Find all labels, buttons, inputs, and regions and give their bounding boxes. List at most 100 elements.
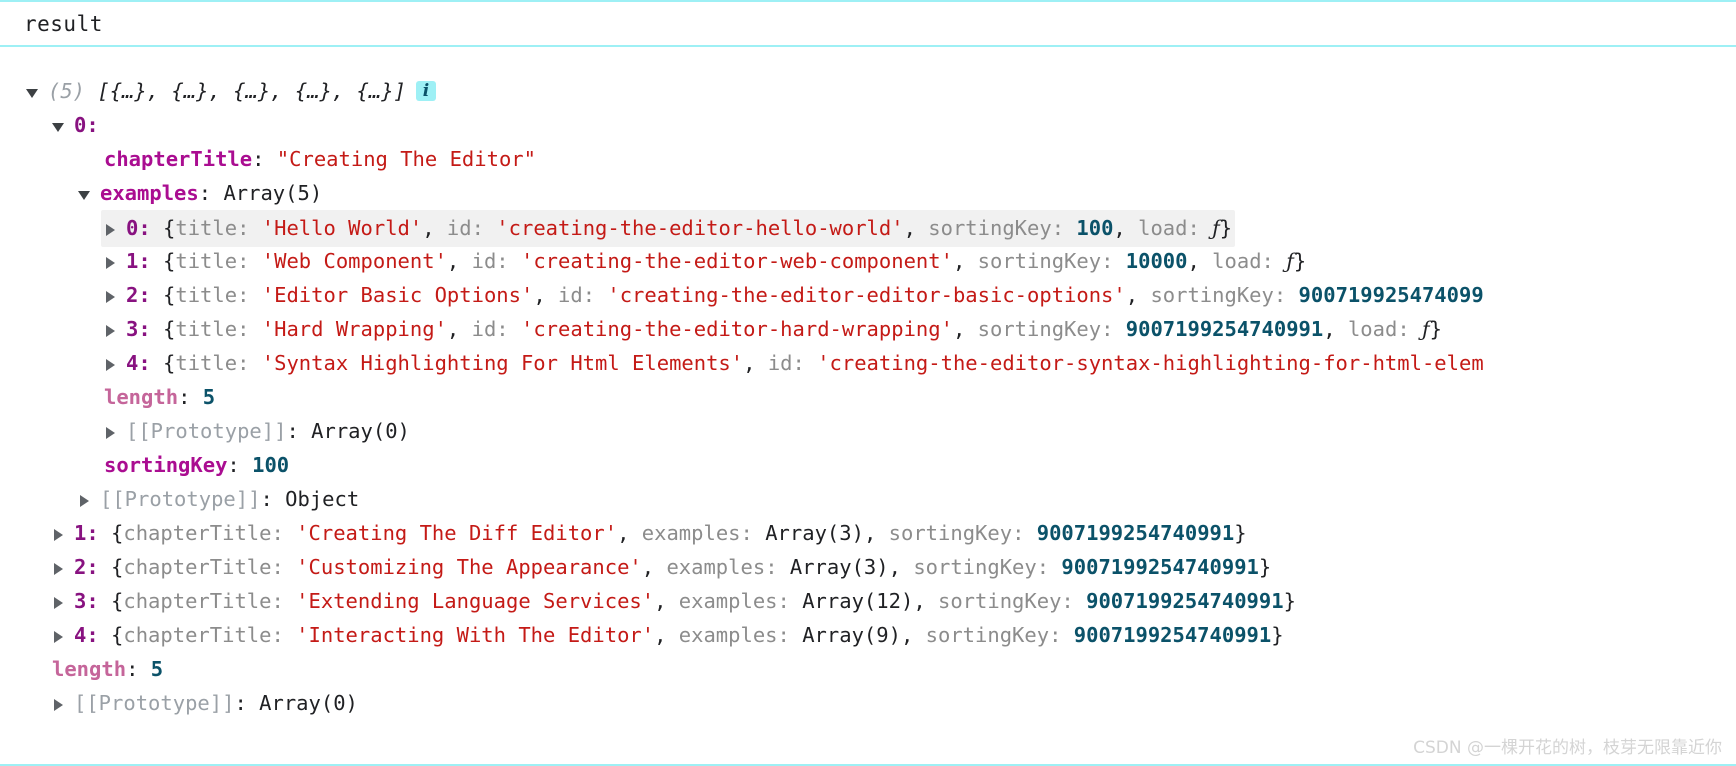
id-value: 'creating-the-editor-hard-wrapping'	[520, 317, 953, 341]
comma: ,	[1187, 249, 1200, 273]
prototype-key: [[Prototype]]	[100, 487, 261, 511]
list-item[interactable]: 0: {title: 'Hello World', id: 'creating-…	[0, 210, 1736, 247]
colon: :	[234, 691, 247, 715]
comma: ,	[446, 317, 460, 341]
id-value: 'creating-the-editor-editor-basic-option…	[607, 283, 1126, 307]
title-value: 'Syntax Highlighting For Html Elements'	[261, 351, 744, 375]
sorting-key-value: 100	[252, 453, 290, 477]
colon: :	[237, 351, 250, 375]
comma: ,	[913, 589, 926, 613]
chevron-right-icon[interactable]	[104, 254, 120, 270]
tree-row-chapter-title: chapterTitle: "Creating The Editor"	[0, 142, 1736, 176]
list-item[interactable]: 4: {chapterTitle: 'Interacting With The …	[0, 618, 1736, 652]
open-brace: {	[163, 249, 176, 273]
chevron-right-icon[interactable]	[104, 221, 120, 237]
chapter-title-value: 'Interacting With The Editor'	[296, 623, 655, 647]
chapter-title-value: 'Creating The Diff Editor'	[296, 521, 618, 545]
chevron-down-icon[interactable]	[26, 84, 42, 100]
colon: :	[471, 216, 484, 240]
chevron-right-icon[interactable]	[52, 594, 68, 610]
colon: :	[1101, 317, 1114, 341]
open-brace: {	[163, 283, 176, 307]
colon: :	[1101, 249, 1114, 273]
comma: ,	[654, 589, 667, 613]
tree-row-root[interactable]: (5) [{…}, {…}, {…}, {…}, {…}] i	[0, 74, 1736, 108]
chevron-right-icon[interactable]	[52, 526, 68, 542]
sorting-key-key: sortingKey	[888, 521, 1013, 545]
sorting-key-value: 9007199254740991	[1125, 317, 1324, 341]
comma: ,	[446, 249, 460, 273]
examples-key: examples	[678, 623, 778, 647]
sorting-key-key: sortingKey	[977, 317, 1102, 341]
title-key: title	[175, 216, 238, 240]
sorting-key-key: sortingKey	[925, 623, 1050, 647]
colon: :	[126, 657, 139, 681]
comma: ,	[654, 623, 667, 647]
comma: ,	[1113, 216, 1126, 240]
load-value: ƒ	[1286, 249, 1294, 273]
load-value: ƒ	[1422, 317, 1430, 341]
info-icon[interactable]: i	[415, 81, 436, 101]
chevron-right-icon[interactable]	[52, 628, 68, 644]
chapter-title-value: 'Extending Language Services'	[296, 589, 655, 613]
list-item[interactable]: 3: {chapterTitle: 'Extending Language Se…	[0, 584, 1736, 618]
list-item[interactable]: 3: {title: 'Hard Wrapping', id: 'creatin…	[0, 312, 1736, 346]
tree-row-root-prototype[interactable]: [[Prototype]]: Array(0)	[0, 686, 1736, 720]
chevron-right-icon[interactable]	[104, 288, 120, 304]
colon: :	[286, 419, 299, 443]
load-value: ƒ	[1212, 216, 1220, 240]
list-item[interactable]: 2: {chapterTitle: 'Customizing The Appea…	[0, 550, 1736, 584]
sibling-index: 4:	[74, 623, 99, 647]
load-key: load	[1212, 249, 1262, 273]
list-item[interactable]: 1: {title: 'Web Component', id: 'creatin…	[0, 244, 1736, 278]
colon: :	[792, 351, 805, 375]
example-index: 2:	[126, 283, 151, 307]
chevron-down-icon[interactable]	[52, 118, 68, 134]
chevron-right-icon[interactable]	[104, 424, 120, 440]
colon: :	[237, 317, 250, 341]
open-brace: {	[163, 216, 176, 240]
examples-key: examples	[678, 589, 778, 613]
sorting-key-value: 9007199254740991	[1086, 589, 1284, 613]
sorting-key-key: sortingKey	[928, 216, 1052, 240]
open-brace: {	[163, 317, 176, 341]
chevron-right-icon[interactable]	[104, 322, 120, 338]
colon: :	[765, 555, 778, 579]
chevron-right-icon[interactable]	[52, 560, 68, 576]
chevron-right-icon[interactable]	[52, 696, 68, 712]
sorting-key-value: 9007199254740991	[1061, 555, 1259, 579]
tree-row-examples[interactable]: examples: Array(5)	[0, 176, 1736, 210]
tree-row-examples-length: length: 5	[0, 380, 1736, 414]
close-brace: }	[1258, 555, 1272, 579]
id-key: id	[471, 249, 497, 273]
chevron-right-icon[interactable]	[104, 356, 120, 372]
tree-row-item0-prototype[interactable]: [[Prototype]]: Object	[0, 482, 1736, 516]
prototype-key: [[Prototype]]	[74, 691, 235, 715]
chapter-title-key: chapterTitle	[123, 521, 272, 545]
tree-row-examples-prototype[interactable]: [[Prototype]]: Array(0)	[0, 414, 1736, 448]
close-brace: }	[1271, 623, 1284, 647]
comma: ,	[1125, 283, 1139, 307]
colon: :	[1261, 249, 1274, 273]
colon: :	[1051, 216, 1065, 240]
chapter-title-value: 'Customizing The Appearance'	[296, 555, 642, 579]
comma: ,	[422, 216, 435, 240]
id-key: id	[446, 216, 472, 240]
list-item[interactable]: 4: {title: 'Syntax Highlighting For Html…	[0, 346, 1736, 380]
chapter-title-key: chapterTitle	[123, 555, 272, 579]
chevron-down-icon[interactable]	[78, 186, 94, 202]
watermark: CSDN @一棵开花的树，枝芽无限靠近你	[1413, 738, 1722, 758]
tree-row-item0[interactable]: 0:	[0, 108, 1736, 142]
sibling-index: 3:	[74, 589, 99, 613]
colon: :	[1012, 521, 1025, 545]
colon: :	[740, 521, 753, 545]
comma: ,	[900, 623, 914, 647]
chevron-right-icon[interactable]	[78, 492, 94, 508]
length-key: length	[52, 657, 127, 681]
examples-key: examples	[641, 521, 741, 545]
list-item[interactable]: 2: {title: 'Editor Basic Options', id: '…	[0, 278, 1736, 312]
colon: :	[227, 453, 240, 477]
colon: :	[198, 181, 212, 205]
close-brace: }	[1234, 521, 1247, 545]
list-item[interactable]: 1: {chapterTitle: 'Creating The Diff Edi…	[0, 516, 1736, 550]
